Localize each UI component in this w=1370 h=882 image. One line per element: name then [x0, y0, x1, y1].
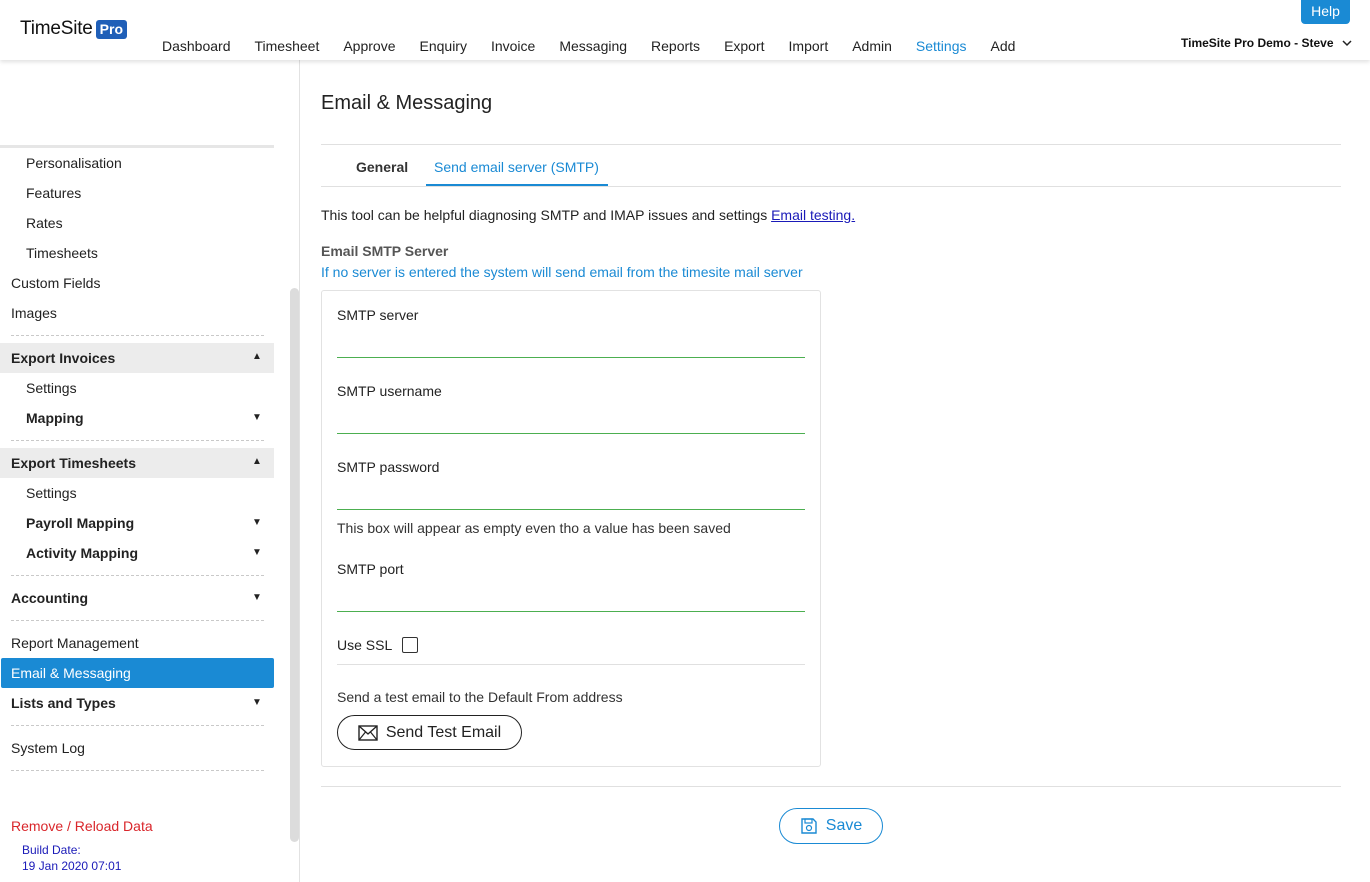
sidebar-group-export-timesheets[interactable]: Export Timesheets ▲	[0, 448, 274, 478]
nav-dashboard[interactable]: Dashboard	[162, 38, 231, 54]
chevron-down-icon	[1341, 40, 1352, 47]
nav-admin[interactable]: Admin	[852, 38, 892, 54]
nav-import[interactable]: Import	[789, 38, 829, 54]
intro-text: This tool can be helpful diagnosing SMTP…	[321, 207, 855, 223]
sidebar-item-custom-fields[interactable]: Custom Fields	[11, 275, 100, 291]
page-title: Email & Messaging	[321, 92, 493, 114]
section-title: Email SMTP Server	[321, 243, 449, 259]
main-nav: Dashboard Timesheet Approve Enquiry Invo…	[150, 38, 1027, 54]
intro-text-body: This tool can be helpful diagnosing SMTP…	[321, 207, 772, 223]
remove-reload-data-link[interactable]: Remove / Reload Data	[11, 818, 153, 834]
expand-arrow-icon[interactable]: ▼	[252, 547, 262, 558]
envelope-icon	[358, 724, 378, 741]
sidebar-separator	[11, 440, 264, 441]
email-testing-link[interactable]: Email testing.	[771, 207, 855, 223]
tab-general[interactable]: General	[356, 159, 408, 175]
build-date-value: 19 Jan 2020 07:01	[22, 859, 122, 873]
sidebar-group-export-invoices[interactable]: Export Invoices ▲	[0, 343, 274, 373]
app-logo[interactable]: TimeSite Pro	[20, 18, 127, 40]
sidebar-separator	[11, 575, 264, 576]
sidebar-item-email-messaging[interactable]: Email & Messaging	[1, 658, 274, 688]
smtp-server-label: SMTP server	[337, 307, 419, 323]
nav-enquiry[interactable]: Enquiry	[420, 38, 467, 54]
sidebar-item-activity-mapping[interactable]: Activity Mapping	[26, 545, 138, 561]
sidebar-item-personalisation[interactable]: Personalisation	[26, 155, 122, 171]
smtp-password-label: SMTP password	[337, 459, 440, 475]
use-ssl-row: Use SSL	[337, 637, 419, 653]
nav-invoice[interactable]: Invoice	[491, 38, 535, 54]
sidebar-separator	[11, 725, 264, 726]
logo-text: TimeSite	[20, 18, 93, 39]
sidebar-separator	[11, 620, 264, 621]
sidebar-item-lists-types[interactable]: Lists and Types	[11, 695, 116, 711]
save-button[interactable]: Save	[779, 808, 883, 844]
account-menu[interactable]: TimeSite Pro Demo - Steve	[1181, 36, 1352, 50]
expand-arrow-icon[interactable]: ▼	[252, 412, 262, 423]
save-label: Save	[825, 817, 863, 834]
sidebar-separator	[11, 335, 264, 336]
help-button[interactable]: Help	[1301, 0, 1350, 24]
sidebar-item-accounting[interactable]: Accounting	[11, 590, 88, 606]
nav-add[interactable]: Add	[991, 38, 1016, 54]
expand-arrow-icon[interactable]: ▼	[252, 697, 262, 708]
settings-sidebar: Personalisation Features Rates Timesheet…	[0, 60, 300, 882]
collapse-arrow-icon: ▲	[252, 351, 262, 362]
smtp-port-input[interactable]	[337, 584, 805, 612]
expand-arrow-icon[interactable]: ▼	[252, 592, 262, 603]
send-test-email-button[interactable]: Send Test Email	[337, 715, 522, 750]
smtp-server-input[interactable]	[337, 330, 805, 358]
section-subtitle: If no server is entered the system will …	[321, 264, 803, 280]
main-divider	[321, 786, 1341, 787]
sidebar-item-label: Email & Messaging	[11, 665, 131, 681]
use-ssl-checkbox[interactable]	[402, 637, 419, 653]
sidebar-item-rates[interactable]: Rates	[26, 215, 63, 231]
nav-export[interactable]: Export	[724, 38, 764, 54]
nav-approve[interactable]: Approve	[343, 38, 395, 54]
build-date-label: Build Date:	[22, 843, 81, 857]
nav-reports[interactable]: Reports	[651, 38, 700, 54]
nav-settings[interactable]: Settings	[916, 38, 967, 54]
card-divider	[337, 664, 805, 665]
smtp-settings-card: SMTP server SMTP username SMTP password …	[321, 290, 821, 767]
sidebar-item-features[interactable]: Features	[26, 185, 81, 201]
test-email-label: Send a test email to the Default From ad…	[337, 689, 623, 705]
sidebar-item-images[interactable]: Images	[11, 305, 57, 321]
sidebar-item-invoice-mapping[interactable]: Mapping	[26, 410, 84, 426]
smtp-password-input[interactable]	[337, 482, 805, 510]
sidebar-separator	[11, 770, 264, 771]
nav-messaging[interactable]: Messaging	[559, 38, 627, 54]
sidebar-item-invoice-settings[interactable]: Settings	[26, 380, 77, 396]
expand-arrow-icon[interactable]: ▼	[252, 517, 262, 528]
sidebar-item-report-management[interactable]: Report Management	[11, 635, 139, 651]
tabs-top-border	[321, 144, 1341, 145]
logo-pro-badge: Pro	[95, 19, 127, 39]
smtp-username-input[interactable]	[337, 406, 805, 434]
sidebar-group-label: Export Timesheets	[11, 455, 137, 471]
tabs-bottom-border	[321, 186, 1341, 187]
tab-smtp[interactable]: Send email server (SMTP)	[434, 159, 599, 175]
sidebar-group-label: Export Invoices	[11, 350, 116, 366]
sidebar-item-payroll-mapping[interactable]: Payroll Mapping	[26, 515, 134, 531]
use-ssl-label: Use SSL	[337, 637, 393, 653]
sidebar-item-timesheet-settings[interactable]: Settings	[26, 485, 77, 501]
save-icon	[801, 818, 817, 834]
smtp-username-label: SMTP username	[337, 383, 442, 399]
sidebar-scrollbar[interactable]	[290, 288, 299, 842]
main-content: Email & Messaging General Send email ser…	[301, 60, 1370, 882]
password-hint: This box will appear as empty even tho a…	[337, 520, 731, 536]
nav-timesheet[interactable]: Timesheet	[255, 38, 320, 54]
smtp-port-label: SMTP port	[337, 561, 404, 577]
account-label: TimeSite Pro Demo - Steve	[1181, 36, 1334, 50]
send-test-email-label: Send Test Email	[385, 723, 502, 741]
top-bar: TimeSite Pro Dashboard Timesheet Approve…	[0, 0, 1370, 60]
sidebar-item-system-log[interactable]: System Log	[11, 740, 85, 756]
sidebar-item-timesheets[interactable]: Timesheets	[26, 245, 98, 261]
sidebar-divider	[0, 145, 274, 148]
collapse-arrow-icon: ▲	[252, 456, 262, 467]
